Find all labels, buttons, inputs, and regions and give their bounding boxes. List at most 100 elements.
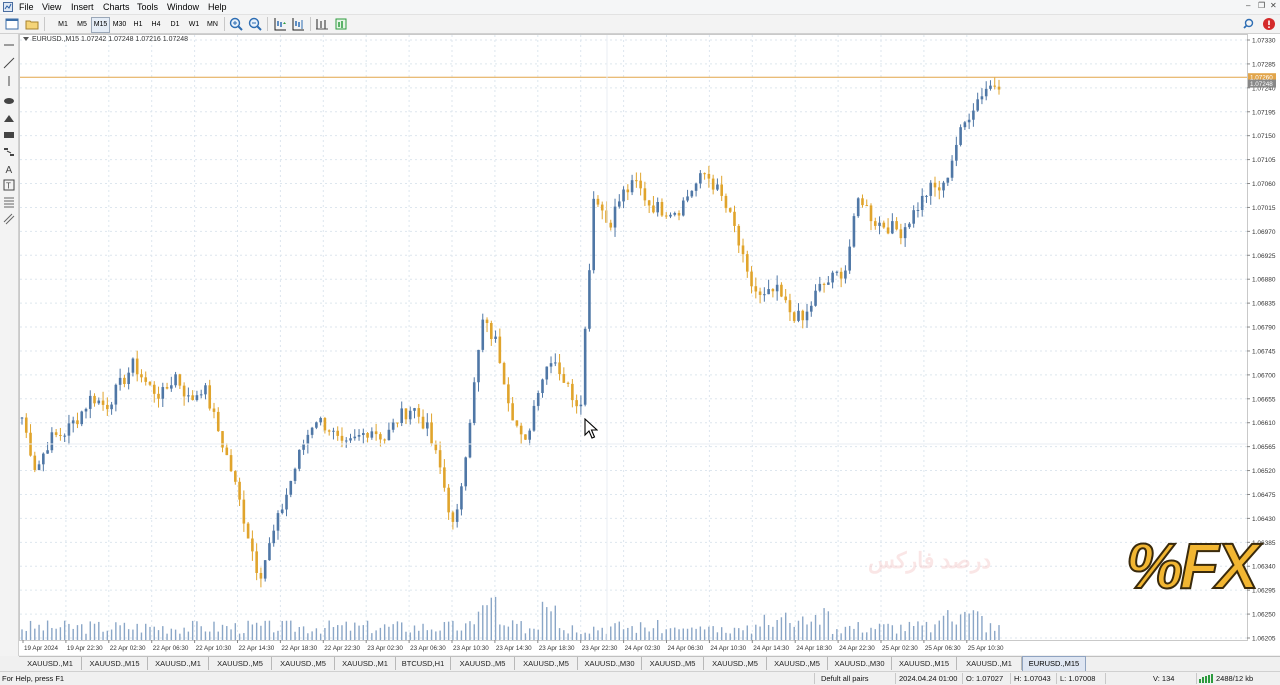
candle-body — [639, 180, 642, 189]
candle-body — [549, 363, 553, 367]
candle-body — [532, 405, 536, 431]
candle-body — [507, 384, 510, 404]
profiles-icon[interactable] — [24, 16, 40, 32]
chart-tab[interactable]: XAUUSD.,M5 — [642, 657, 704, 670]
collapse-triangle-icon[interactable] — [23, 37, 29, 42]
chart-tab[interactable]: XAUUSD.,M1 — [19, 657, 82, 670]
vertical-line-tool-icon[interactable] — [2, 74, 16, 88]
chart-tab[interactable]: BTCUSD,H1 — [396, 657, 451, 670]
tf-m5-button[interactable]: M5 — [74, 17, 90, 33]
chart-shift-icon[interactable] — [290, 16, 306, 32]
minimize-icon[interactable]: – — [1246, 1, 1250, 10]
chart-tab[interactable]: XAUUSD.,M5 — [272, 657, 335, 670]
mouse-cursor-icon — [584, 418, 598, 439]
search-icon[interactable] — [1241, 16, 1257, 32]
candle-body — [426, 422, 429, 429]
candle-body — [745, 254, 749, 272]
candle-body — [886, 227, 890, 234]
chart-tab[interactable]: XAUUSD.,M30 — [828, 657, 892, 670]
candle-body — [54, 432, 58, 435]
menu-insert[interactable]: Insert — [71, 1, 94, 13]
arrows-tool-icon[interactable] — [2, 145, 16, 159]
chart-tab[interactable]: XAUUSD.,M1 — [957, 657, 1022, 670]
triangle-tool-icon[interactable] — [2, 111, 16, 125]
tf-m15-button[interactable]: M15 — [91, 17, 110, 33]
templates-icon[interactable] — [333, 16, 349, 32]
candle-body — [989, 85, 992, 89]
price-chart[interactable]: 1.073301.072851.072401.071951.071501.071… — [19, 34, 1280, 655]
candle-body — [327, 430, 331, 432]
menu-charts[interactable]: Charts — [103, 1, 130, 13]
status-volume: V: 134 — [1153, 674, 1175, 683]
candle-body — [174, 374, 177, 386]
menu-file[interactable]: File — [19, 1, 34, 13]
channel-tool-icon[interactable] — [2, 212, 16, 226]
chart-tab[interactable]: XAUUSD.,M5 — [704, 657, 767, 670]
notification-icon[interactable] — [1261, 16, 1277, 32]
chart-tab[interactable]: XAUUSD.,M15 — [82, 657, 148, 670]
chart-window[interactable]: 1.07330 1.07285 1.07240 1.07195 1.07150 1.071… — [19, 34, 1280, 655]
candle-body — [980, 96, 984, 100]
tf-mn-button[interactable]: MN — [204, 17, 221, 33]
text-tool-icon[interactable]: A — [2, 162, 16, 176]
candle-body — [37, 464, 41, 470]
chart-tab[interactable]: XAUUSD.,M5 — [209, 657, 272, 670]
time-axis-label: 22 Apr 18:30 — [281, 645, 317, 652]
candle-body — [408, 410, 412, 420]
tf-h4-button[interactable]: H4 — [148, 17, 164, 33]
tf-m1-button[interactable]: M1 — [55, 17, 71, 33]
trendline-tool-icon[interactable] — [2, 56, 16, 70]
close-icon[interactable]: ✕ — [1270, 1, 1277, 10]
candle-body — [993, 85, 997, 87]
candle-body — [344, 440, 348, 442]
candle-body — [758, 291, 762, 295]
connection-status-icon[interactable] — [1199, 674, 1213, 683]
tf-w1-button[interactable]: W1 — [186, 17, 202, 33]
menu-view[interactable]: View — [42, 1, 61, 13]
time-axis-label: 24 Apr 14:30 — [753, 645, 789, 652]
candle-body — [460, 486, 463, 510]
candle-body — [464, 457, 468, 487]
chart-tab[interactable]: XAUUSD.,M1 — [335, 657, 396, 670]
candle-body — [340, 435, 344, 441]
price-axis-label: 1.06475 — [1252, 492, 1276, 499]
status-profile[interactable]: Defult all pairs — [821, 672, 869, 685]
candle-body — [997, 86, 1001, 90]
chart-tab[interactable]: XAUUSD.,M5 — [451, 657, 515, 670]
menu-help[interactable]: Help — [208, 1, 227, 13]
text-label-tool-icon[interactable]: T — [2, 178, 16, 192]
indicators-icon[interactable] — [314, 16, 330, 32]
candle-body — [255, 551, 258, 573]
zoom-out-icon[interactable] — [247, 16, 263, 32]
chart-tab[interactable]: XAUUSD.,M5 — [767, 657, 828, 670]
horizontal-line-tool-icon[interactable] — [2, 38, 16, 52]
candle-body — [920, 195, 924, 210]
chart-tab[interactable]: XAUUSD.,M15 — [892, 657, 957, 670]
chart-tab[interactable]: EURUSD.,M15 — [1022, 656, 1086, 672]
candle-body — [609, 222, 613, 228]
candle-body — [955, 144, 958, 161]
menu-tools[interactable]: Tools — [137, 1, 158, 13]
chart-tab[interactable]: XAUUSD.,M5 — [515, 657, 578, 670]
fibonacci-tool-icon[interactable] — [2, 195, 16, 209]
chart-tab[interactable]: XAUUSD.,M1 — [148, 657, 209, 670]
candle-body — [827, 282, 830, 285]
candle-body — [93, 395, 96, 404]
candle-body — [165, 387, 169, 389]
tf-m30-button[interactable]: M30 — [110, 17, 129, 33]
tf-h1-button[interactable]: H1 — [130, 17, 146, 33]
rectangle-tool-icon[interactable] — [2, 128, 16, 142]
candle-body — [20, 417, 24, 419]
candle-body — [362, 433, 365, 436]
auto-scroll-icon[interactable] — [272, 16, 288, 32]
new-chart-icon[interactable] — [4, 16, 20, 32]
tf-d1-button[interactable]: D1 — [167, 17, 183, 33]
time-axis-label: 25 Apr 06:30 — [925, 645, 961, 652]
restore-icon[interactable]: ❐ — [1258, 1, 1265, 10]
ellipse-tool-icon[interactable] — [2, 94, 16, 108]
candle-body — [937, 187, 941, 191]
zoom-in-icon[interactable] — [228, 16, 244, 32]
chart-tab[interactable]: XAUUSD.,M30 — [578, 657, 642, 670]
candle-body — [699, 173, 702, 184]
menu-window[interactable]: Window — [167, 1, 199, 13]
